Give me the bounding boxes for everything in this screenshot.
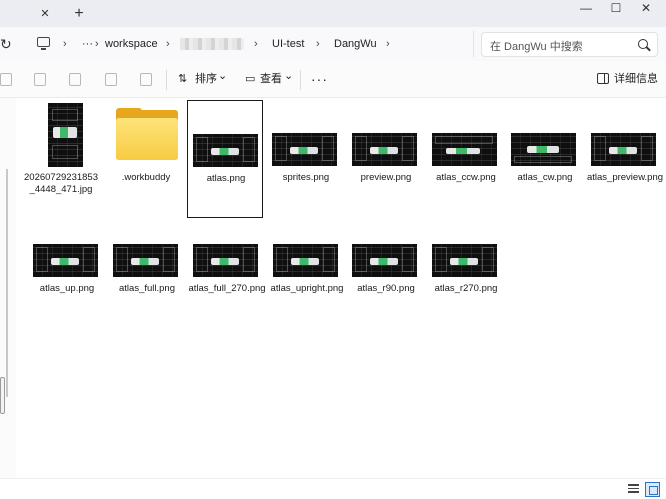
chevron-right-icon: › (63, 38, 67, 50)
file-name: atlas_full.png (119, 283, 175, 294)
command-bar: ⇅ 排序 ⌄ ▭ 查看 ⌄ ··· 详细信息 (0, 61, 666, 98)
image-thumbnail (352, 133, 417, 166)
redacted-breadcrumb[interactable] (180, 38, 244, 50)
file-name: atlas_preview.png (586, 172, 664, 183)
file-name: atlas_full_270.png (188, 283, 266, 294)
navigation-scrollbar-track[interactable] (6, 169, 8, 397)
folder-name: .workbuddy (121, 172, 171, 183)
breadcrumb-dangwu[interactable]: DangWu (334, 37, 377, 51)
image-thumbnail (511, 133, 576, 166)
file-item[interactable]: atlas_preview.png (586, 100, 664, 218)
file-name: atlas.png (206, 173, 246, 184)
chevron-right-icon[interactable]: › (386, 37, 390, 51)
file-name: atlas_upright.png (270, 283, 344, 294)
folder-icon-front (116, 118, 178, 160)
sort-icon[interactable]: ⇅ (178, 73, 187, 86)
chevron-right-icon: › (316, 38, 320, 50)
image-thumbnail (272, 133, 337, 166)
sort-button[interactable]: 排序 (195, 73, 217, 86)
file-item[interactable]: preview.png (347, 100, 423, 218)
breadcrumb-workspace[interactable]: workspace (105, 37, 158, 51)
image-thumbnail (591, 133, 656, 166)
details-button[interactable]: 详细信息 (614, 73, 658, 86)
toolbar-divider (300, 70, 301, 90)
close-tab-icon[interactable]: ✕ (37, 6, 53, 22)
image-thumbnail (33, 244, 98, 277)
share-icon[interactable] (105, 73, 117, 86)
navigation-scrollbar-thumb[interactable] (0, 377, 5, 414)
image-thumbnail (193, 244, 258, 277)
file-item[interactable]: atlas_full.png (108, 211, 184, 329)
more-options-button[interactable]: ··· (311, 71, 328, 87)
file-name: sprites.png (282, 172, 330, 183)
copy-icon[interactable] (34, 73, 46, 86)
toolbar-divider (166, 70, 167, 90)
view-button[interactable]: 查看 (260, 73, 282, 86)
image-thumbnail (432, 133, 497, 166)
file-item[interactable]: atlas_r270.png (427, 211, 503, 329)
image-thumbnail (273, 244, 338, 277)
navigation-pane-edge (0, 98, 16, 478)
view-icon[interactable]: ▭ (245, 73, 255, 86)
address-divider (473, 31, 474, 57)
file-item[interactable]: atlas_cw.png (506, 100, 582, 218)
image-thumbnail (113, 244, 178, 277)
view-dropdown-icon[interactable]: ⌄ (284, 70, 293, 83)
chevron-right-icon: › (166, 38, 170, 50)
file-item[interactable]: 20260729231853_4448_471.jpg (22, 100, 98, 218)
status-bar (0, 478, 666, 499)
search-input[interactable]: 在 DangWu 中搜索 (490, 38, 583, 54)
file-name: atlas_up.png (39, 283, 95, 294)
file-item[interactable]: atlas_upright.png (268, 211, 344, 329)
close-window-button[interactable]: ✕ (626, 0, 666, 27)
refresh-icon[interactable]: ↻ (0, 36, 12, 53)
file-name: atlas_r270.png (434, 283, 498, 294)
image-thumbnail (352, 244, 417, 277)
file-item-selected[interactable]: atlas.png (187, 100, 263, 218)
tiles-view-icon[interactable] (645, 482, 660, 497)
rename-icon[interactable] (69, 73, 81, 86)
breadcrumb-overflow[interactable]: ··· (82, 37, 93, 51)
sort-dropdown-icon[interactable]: ⌄ (218, 70, 227, 83)
file-item[interactable]: atlas_r90.png (347, 211, 423, 329)
file-name: atlas_r90.png (357, 283, 415, 294)
breadcrumb-ui-test[interactable]: UI-test (272, 37, 304, 51)
file-name: 20260729231853_4448_471.jpg (24, 172, 98, 195)
file-name: atlas_cw.png (517, 172, 573, 183)
details-pane-icon[interactable] (597, 73, 609, 84)
file-item[interactable]: atlas_up.png (28, 211, 104, 329)
delete-icon[interactable] (140, 73, 152, 86)
title-bar: ✕ + — ☐ ✕ (0, 0, 666, 27)
file-item[interactable]: atlas_full_270.png (188, 211, 266, 329)
chevron-right-icon: › (95, 38, 99, 50)
computer-icon[interactable] (37, 37, 50, 50)
list-view-icon[interactable] (626, 482, 641, 497)
search-box[interactable]: 在 DangWu 中搜索 (481, 32, 658, 57)
image-thumbnail (48, 103, 83, 167)
cut-icon[interactable] (0, 73, 12, 86)
file-item[interactable]: atlas_ccw.png (427, 100, 503, 218)
file-name: atlas_ccw.png (436, 172, 496, 183)
image-thumbnail (432, 244, 497, 277)
search-icon[interactable] (638, 39, 648, 49)
address-bar: ↻ › ··· › workspace › › UI-test › DangWu… (0, 27, 666, 61)
file-item[interactable]: sprites.png (267, 100, 343, 218)
image-thumbnail (193, 134, 258, 167)
file-name: preview.png (360, 172, 412, 183)
new-tab-button[interactable]: + (70, 5, 88, 23)
chevron-right-icon: › (254, 38, 258, 50)
